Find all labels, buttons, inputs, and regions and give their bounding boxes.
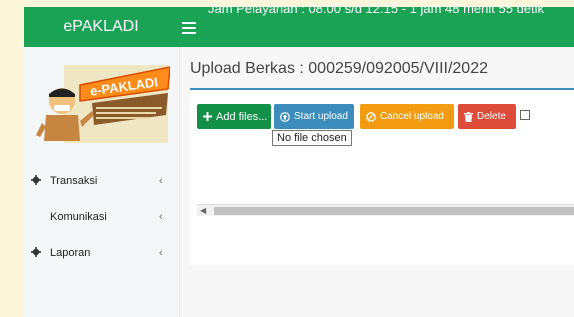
upload-circle-icon: [280, 111, 290, 122]
scroll-left-icon[interactable]: ◀: [200, 206, 206, 215]
menu-toggle-icon[interactable]: [182, 22, 196, 36]
page-title: Upload Berkas : 000259/092005/VIII/2022: [190, 60, 488, 77]
chevron-left-icon: ‹: [159, 247, 163, 259]
brand-title[interactable]: ePAKLADI: [24, 7, 178, 47]
upload-panel: Add files... Start upload Cancel upload …: [190, 88, 574, 265]
file-input-tooltip: No file chosen: [272, 130, 352, 146]
trash-icon: [464, 111, 473, 122]
cancel-upload-button[interactable]: Cancel upload: [360, 104, 454, 129]
sidebar-item-laporan[interactable]: Laporan ‹: [24, 235, 179, 271]
chevron-left-icon: ‹: [159, 211, 163, 223]
ban-icon: [366, 111, 376, 122]
sidebar-item-transaksi[interactable]: Transaksi ‹: [24, 163, 179, 199]
select-all-checkbox[interactable]: [520, 110, 530, 120]
start-upload-label: Start upload: [294, 111, 348, 122]
sidebar-item-label: Transaksi: [50, 175, 98, 187]
sidebar-item-label: Laporan: [50, 247, 91, 259]
gear-icon: [31, 175, 41, 185]
delete-label: Delete: [477, 111, 506, 122]
sidebar-item-komunikasi[interactable]: Komunikasi ‹: [24, 199, 179, 235]
start-upload-button[interactable]: Start upload: [274, 104, 354, 129]
main-content: Upload Berkas : 000259/092005/VIII/2022 …: [180, 47, 574, 317]
gear-icon: [31, 247, 41, 257]
sidebar: e-PAKLADI Transaksi ‹ Komunikasi ‹ Lapor…: [24, 47, 180, 317]
plus-icon: [203, 112, 212, 121]
add-files-button[interactable]: Add files...: [197, 104, 271, 129]
sidebar-menu: Transaksi ‹ Komunikasi ‹ Laporan ‹: [24, 163, 179, 271]
horizontal-scrollbar[interactable]: ◀: [197, 204, 574, 216]
sidebar-item-label: Komunikasi: [50, 211, 107, 223]
chevron-left-icon: ‹: [159, 175, 163, 187]
cancel-upload-label: Cancel upload: [380, 111, 444, 122]
app-logo: e-PAKLADI: [34, 55, 171, 147]
service-hours-marquee: Jam Pelayanan : 08.00 s/d 12.15 - 1 jam …: [208, 1, 545, 16]
scrollbar-thumb[interactable]: [214, 207, 574, 215]
top-header: ePAKLADI Jam Pelayanan : 08.00 s/d 12.15…: [24, 1, 574, 47]
add-files-label: Add files...: [216, 110, 268, 123]
delete-button[interactable]: Delete: [458, 104, 516, 129]
